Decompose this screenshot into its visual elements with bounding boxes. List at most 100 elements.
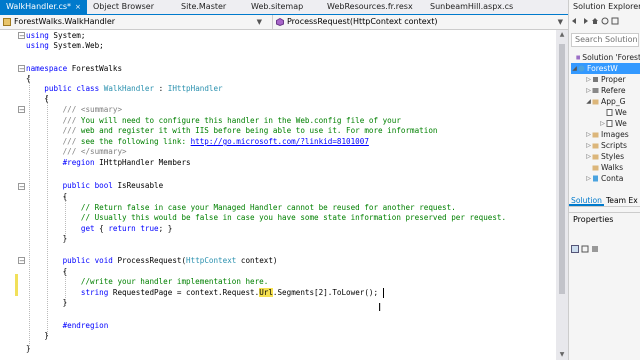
tree-item-label: We	[615, 108, 627, 117]
home-icon[interactable]	[591, 17, 599, 25]
web-project-icon	[578, 65, 585, 72]
tree-item-app-globalresources[interactable]: ◢ App_G	[585, 96, 640, 107]
fold-toggle-icon[interactable]: −	[18, 257, 25, 265]
tree-item-resx-1[interactable]: We	[599, 107, 640, 118]
member-dropdown-label: ProcessRequest(HttpContext context)	[287, 17, 438, 26]
code-line: public bool IsReusable	[62, 181, 164, 190]
tree-item-label: Solution 'Forest	[582, 53, 640, 62]
member-dropdown[interactable]: ProcessRequest(HttpContext context) ▼	[272, 15, 569, 29]
scrollbar-thumb[interactable]	[559, 44, 565, 294]
forward-icon[interactable]	[581, 17, 589, 25]
tree-item-properties[interactable]: ▷ Proper	[585, 74, 640, 85]
method-icon	[276, 18, 284, 26]
scroll-up-icon[interactable]: ▲	[556, 30, 568, 40]
close-icon[interactable]: ×	[75, 3, 81, 11]
tree-item-label: Walks	[601, 163, 624, 172]
document-tab-strip: WalkHandler.cs* × Object Browser Site.Mas…	[0, 0, 568, 15]
highlighted-token: Url	[259, 288, 273, 297]
collapsed-icon[interactable]: ▷	[585, 74, 592, 85]
fold-toggle-icon[interactable]: −	[18, 183, 25, 191]
tree-item-label: App_G	[601, 97, 626, 106]
categorized-icon[interactable]	[571, 245, 579, 253]
tree-item-label: Refere	[601, 86, 626, 95]
collapsed-icon[interactable]: ▷	[585, 140, 592, 151]
resx-file-icon	[606, 120, 613, 127]
expanded-icon[interactable]: ◢	[585, 96, 592, 107]
fold-toggle-icon[interactable]: −	[18, 106, 25, 114]
tree-item-label: Styles	[601, 152, 625, 161]
tab-sunbeamhill-aspx-cs[interactable]: SunbeamHill.aspx.cs	[424, 0, 544, 14]
aspx-file-icon	[593, 175, 598, 182]
tree-item-contact[interactable]: ▷ Conta	[585, 173, 640, 184]
collapsed-icon[interactable]: ▷	[585, 173, 592, 184]
solution-explorer-toolbar	[569, 14, 640, 28]
chevron-down-icon: ▼	[557, 18, 563, 26]
code-line: public class WalkHandler : IHttpHandler	[44, 84, 223, 93]
resx-file-icon	[606, 109, 613, 116]
code-line: }	[62, 234, 68, 243]
wrench-icon	[593, 77, 598, 82]
code-text-area[interactable]: using System; using System.Web; namespac…	[26, 30, 554, 360]
properties-grid[interactable]	[569, 260, 640, 360]
tree-item-solution[interactable]: Solution 'Forest	[571, 52, 640, 63]
tree-item-label: Proper	[601, 75, 626, 84]
editor-vertical-scrollbar[interactable]: ▲ ▼	[556, 30, 568, 360]
folder-icon	[592, 143, 599, 149]
collapsed-icon[interactable]: ▷	[585, 129, 592, 140]
tree-item-project[interactable]: ◢ ForestW	[571, 63, 640, 74]
tree-item-images[interactable]: ▷ Images	[585, 129, 640, 140]
tab-webresources-fr-resx[interactable]: WebResources.fr.resx	[321, 0, 424, 14]
fold-toggle-icon[interactable]: −	[18, 65, 25, 73]
references-icon	[592, 88, 599, 93]
navigation-bar: ForestWalks.WalkHandler ▼ ProcessRequest…	[0, 15, 568, 30]
tree-item-label: ForestW	[587, 64, 618, 73]
properties-title: Properties	[569, 212, 640, 225]
tree-item-label: We	[615, 119, 627, 128]
help-link[interactable]: http://go.microsoft.com/?linkid=8101007	[191, 137, 369, 146]
code-line: }	[62, 298, 68, 307]
code-line: #region IHttpHandler Members	[62, 158, 191, 167]
property-pages-icon[interactable]	[591, 245, 599, 253]
class-dropdown[interactable]: ForestWalks.WalkHandler ▼	[0, 15, 268, 29]
class-icon	[3, 18, 11, 26]
folder-icon	[592, 154, 599, 160]
tree-item-label: Scripts	[601, 141, 627, 150]
text-caret	[383, 288, 384, 298]
tree-item-styles[interactable]: ▷ Styles	[585, 151, 640, 162]
solution-icon	[575, 55, 580, 60]
tab-label: WebResources.fr.resx	[327, 2, 413, 11]
tab-solution-explorer[interactable]: Solution	[569, 195, 604, 206]
tab-label: Object Browser	[93, 2, 155, 11]
code-editor[interactable]: − − − − − using System; using System.Web…	[0, 30, 556, 360]
tree-item-resx-2[interactable]: ▷ We	[599, 118, 640, 129]
tree-item-label: Conta	[601, 174, 624, 183]
tab-walkhandler-cs[interactable]: WalkHandler.cs* ×	[0, 0, 87, 14]
code-line: namespace ForestWalks	[26, 64, 123, 73]
tree-item-references[interactable]: ▷ Refere	[585, 85, 640, 96]
code-line: /// </summary>	[62, 147, 127, 156]
back-icon[interactable]	[571, 17, 579, 25]
tab-site-master[interactable]: Site.Master	[175, 0, 245, 14]
alphabetical-icon[interactable]	[581, 245, 589, 253]
collapsed-icon[interactable]: ▷	[585, 151, 592, 162]
code-line: {	[62, 192, 68, 201]
tree-item-scripts[interactable]: ▷ Scripts	[585, 140, 640, 151]
tab-team-explorer[interactable]: Team Ex	[604, 195, 640, 206]
scroll-down-icon[interactable]: ▼	[556, 350, 568, 360]
tab-web-sitemap[interactable]: Web.sitemap	[245, 0, 321, 14]
ibeam-cursor-icon: I	[378, 301, 382, 314]
collapsed-icon[interactable]: ▷	[599, 118, 606, 129]
expanded-icon[interactable]: ◢	[571, 63, 578, 74]
collapsed-icon[interactable]: ▷	[585, 85, 592, 96]
solution-explorer-panel: Solution Explorer Search Solution Explor…	[568, 0, 640, 360]
fold-toggle-icon[interactable]: −	[18, 32, 25, 40]
code-line: using System.Web;	[26, 41, 104, 50]
tab-label: WalkHandler.cs*	[6, 2, 72, 11]
tab-label: SunbeamHill.aspx.cs	[430, 2, 514, 11]
tab-object-browser[interactable]: Object Browser	[87, 0, 175, 14]
collapse-all-icon[interactable]	[611, 17, 619, 25]
sync-icon[interactable]	[601, 17, 609, 25]
tree-item-label: Images	[601, 130, 629, 139]
tree-item-walks[interactable]: Walks	[585, 162, 640, 173]
solution-explorer-search-input[interactable]: Search Solution Explorer	[571, 33, 639, 47]
